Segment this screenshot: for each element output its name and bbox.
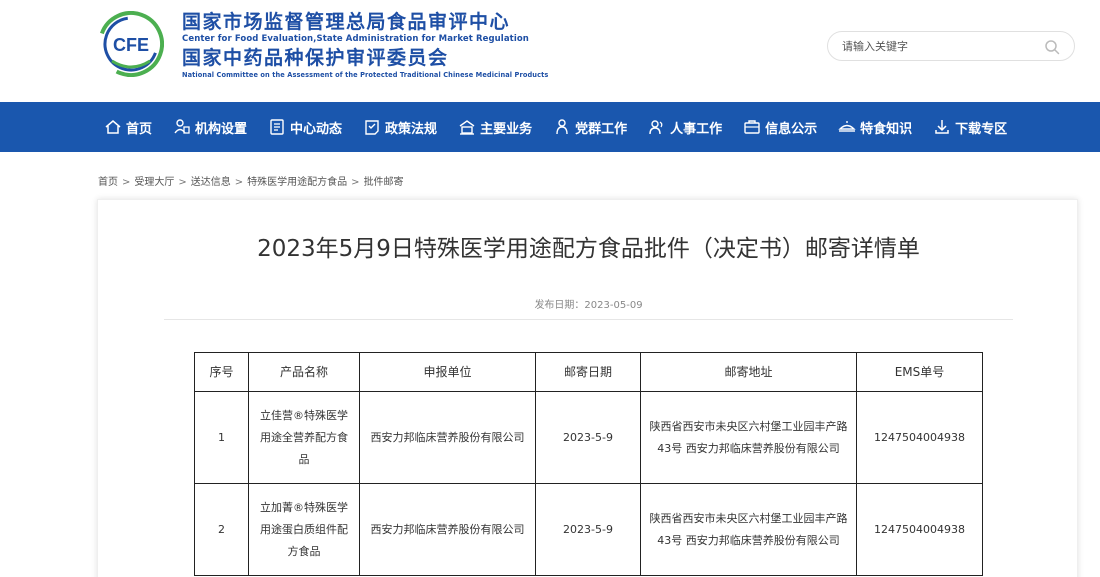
table-cell-index: 2 xyxy=(194,483,249,576)
breadcrumb-separator: > xyxy=(234,177,244,188)
table-row: 2 立加菁®特殊医学用途蛋白质组件配方食品 西安力邦临床营养股份有限公司 202… xyxy=(194,483,983,576)
breadcrumb: 首页 > 受理大厅 > 送达信息 > 特殊医学用途配方食品 > 批件邮寄 xyxy=(98,173,404,188)
table-cell-address: 陕西省西安市未央区六村堡工业园丰产路43号 西安力邦临床营养股份有限公司 xyxy=(640,483,857,576)
table-header-cell: 邮寄日期 xyxy=(535,352,641,392)
table-cell-address: 陕西省西安市未央区六村堡工业园丰产路43号 西安力邦临床营养股份有限公司 xyxy=(640,391,857,484)
publish-date: 发布日期：2023-05-09 xyxy=(534,300,643,311)
nav-item-knowledge[interactable]: 特食知识 xyxy=(838,102,912,152)
nav-item-label: 党群工作 xyxy=(575,121,628,137)
breadcrumb-item-mailing[interactable]: 批件邮寄 xyxy=(364,177,404,188)
nav-item-news[interactable]: 中心动态 xyxy=(268,102,342,152)
committee-name-cn: 国家中药品种保护审评委员会 xyxy=(182,47,449,69)
table-cell-applicant: 西安力邦临床营养股份有限公司 xyxy=(359,391,536,484)
nav-item-label: 政策法规 xyxy=(385,121,438,137)
knowledge-icon xyxy=(838,121,856,132)
breadcrumb-item-hall[interactable]: 受理大厅 xyxy=(134,177,174,188)
nav-item-business[interactable]: 主要业务 xyxy=(458,102,532,152)
news-icon xyxy=(270,119,284,135)
committee-name-en: National Committee on the Assessment of … xyxy=(182,71,549,79)
nav-item-party[interactable]: 党群工作 xyxy=(553,102,627,152)
mailing-table: 序号 产品名称 申报单位 邮寄日期 邮寄地址 EMS单号 1 立佳营®特殊医学用… xyxy=(194,352,983,576)
breadcrumb-separator: > xyxy=(351,177,360,188)
org-name-en: Center for Food Evaluation,State Adminis… xyxy=(182,34,529,44)
table-cell-applicant: 西安力邦临床营养股份有限公司 xyxy=(359,483,536,576)
table-cell-ems: 1247504004938 xyxy=(856,391,983,484)
table-row: 1 立佳营®特殊医学用途全营养配方食品 西安力邦临床营养股份有限公司 2023-… xyxy=(194,391,983,484)
nav-item-label: 主要业务 xyxy=(480,121,533,137)
download-icon xyxy=(935,120,949,134)
org-name-cn: 国家市场监督管理总局食品审评中心 xyxy=(182,11,511,33)
nav-item-personnel[interactable]: 人事工作 xyxy=(648,102,722,152)
breadcrumb-item-fsmp[interactable]: 特殊医学用途配方食品 xyxy=(247,177,347,188)
main-nav: 首页 机构设置 中心动态 政策法规 主要业务 党群工作 人事工作 信息公示 特食… xyxy=(0,102,1100,152)
table-cell-index: 1 xyxy=(194,391,249,484)
svg-text:CFE: CFE xyxy=(113,35,149,55)
nav-item-label: 首页 xyxy=(126,121,153,137)
search-box xyxy=(827,31,1075,61)
table-header-row: 序号 产品名称 申报单位 邮寄日期 邮寄地址 EMS单号 xyxy=(194,352,983,392)
nav-item-home[interactable]: 首页 xyxy=(104,102,152,152)
bulletin-icon xyxy=(744,120,760,134)
nav-item-label: 中心动态 xyxy=(290,121,343,137)
nav-item-policy[interactable]: 政策法规 xyxy=(363,102,437,152)
home-icon xyxy=(105,120,121,134)
org-chart-icon xyxy=(174,119,190,134)
breadcrumb-separator: > xyxy=(122,177,131,188)
article-card: 2023年5月9日特殊医学用途配方食品批件（决定书）邮寄详情单 发布日期：202… xyxy=(97,199,1078,577)
nav-item-label: 信息公示 xyxy=(765,121,818,137)
table-header-cell: 产品名称 xyxy=(248,352,360,392)
cfe-logo[interactable]: CFE xyxy=(98,11,164,77)
table-cell-ems: 1247504004938 xyxy=(856,483,983,576)
table-header-cell: 邮寄地址 xyxy=(640,352,857,392)
table-cell-date: 2023-5-9 xyxy=(535,391,641,484)
nav-item-bulletin[interactable]: 信息公示 xyxy=(743,102,817,152)
site-header: CFE 国家市场监督管理总局食品审评中心 Center for Food Eva… xyxy=(0,0,1100,102)
nav-item-label: 机构设置 xyxy=(195,121,248,137)
search-icon[interactable] xyxy=(1044,39,1060,55)
nav-item-label: 下载专区 xyxy=(955,121,1008,137)
personnel-icon xyxy=(649,120,663,135)
search-input[interactable] xyxy=(842,36,1032,56)
breadcrumb-item-home[interactable]: 首页 xyxy=(98,177,118,188)
table-cell-date: 2023-5-9 xyxy=(535,483,641,576)
policy-icon xyxy=(365,120,379,135)
nav-item-label: 特食知识 xyxy=(860,121,913,137)
nav-item-download[interactable]: 下载专区 xyxy=(933,102,1007,152)
article-title: 2023年5月9日特殊医学用途配方食品批件（决定书）邮寄详情单 xyxy=(257,236,920,262)
org-title-block: 国家市场监督管理总局食品审评中心 Center for Food Evaluat… xyxy=(182,10,602,80)
business-icon xyxy=(459,120,475,135)
table-header-cell: 申报单位 xyxy=(359,352,536,392)
nav-item-label: 人事工作 xyxy=(670,121,723,137)
table-header-cell: 序号 xyxy=(194,352,249,392)
breadcrumb-item-delivery[interactable]: 送达信息 xyxy=(191,177,231,188)
nav-list: 首页 机构设置 中心动态 政策法规 主要业务 党群工作 人事工作 信息公示 特食… xyxy=(104,102,1007,152)
party-icon xyxy=(556,119,568,135)
breadcrumb-separator: > xyxy=(178,177,187,188)
table-header-cell: EMS单号 xyxy=(856,352,983,392)
table-cell-product: 立加菁®特殊医学用途蛋白质组件配方食品 xyxy=(248,483,360,576)
table-cell-product: 立佳营®特殊医学用途全营养配方食品 xyxy=(248,391,360,484)
title-divider xyxy=(164,319,1013,320)
nav-item-org[interactable]: 机构设置 xyxy=(173,102,247,152)
